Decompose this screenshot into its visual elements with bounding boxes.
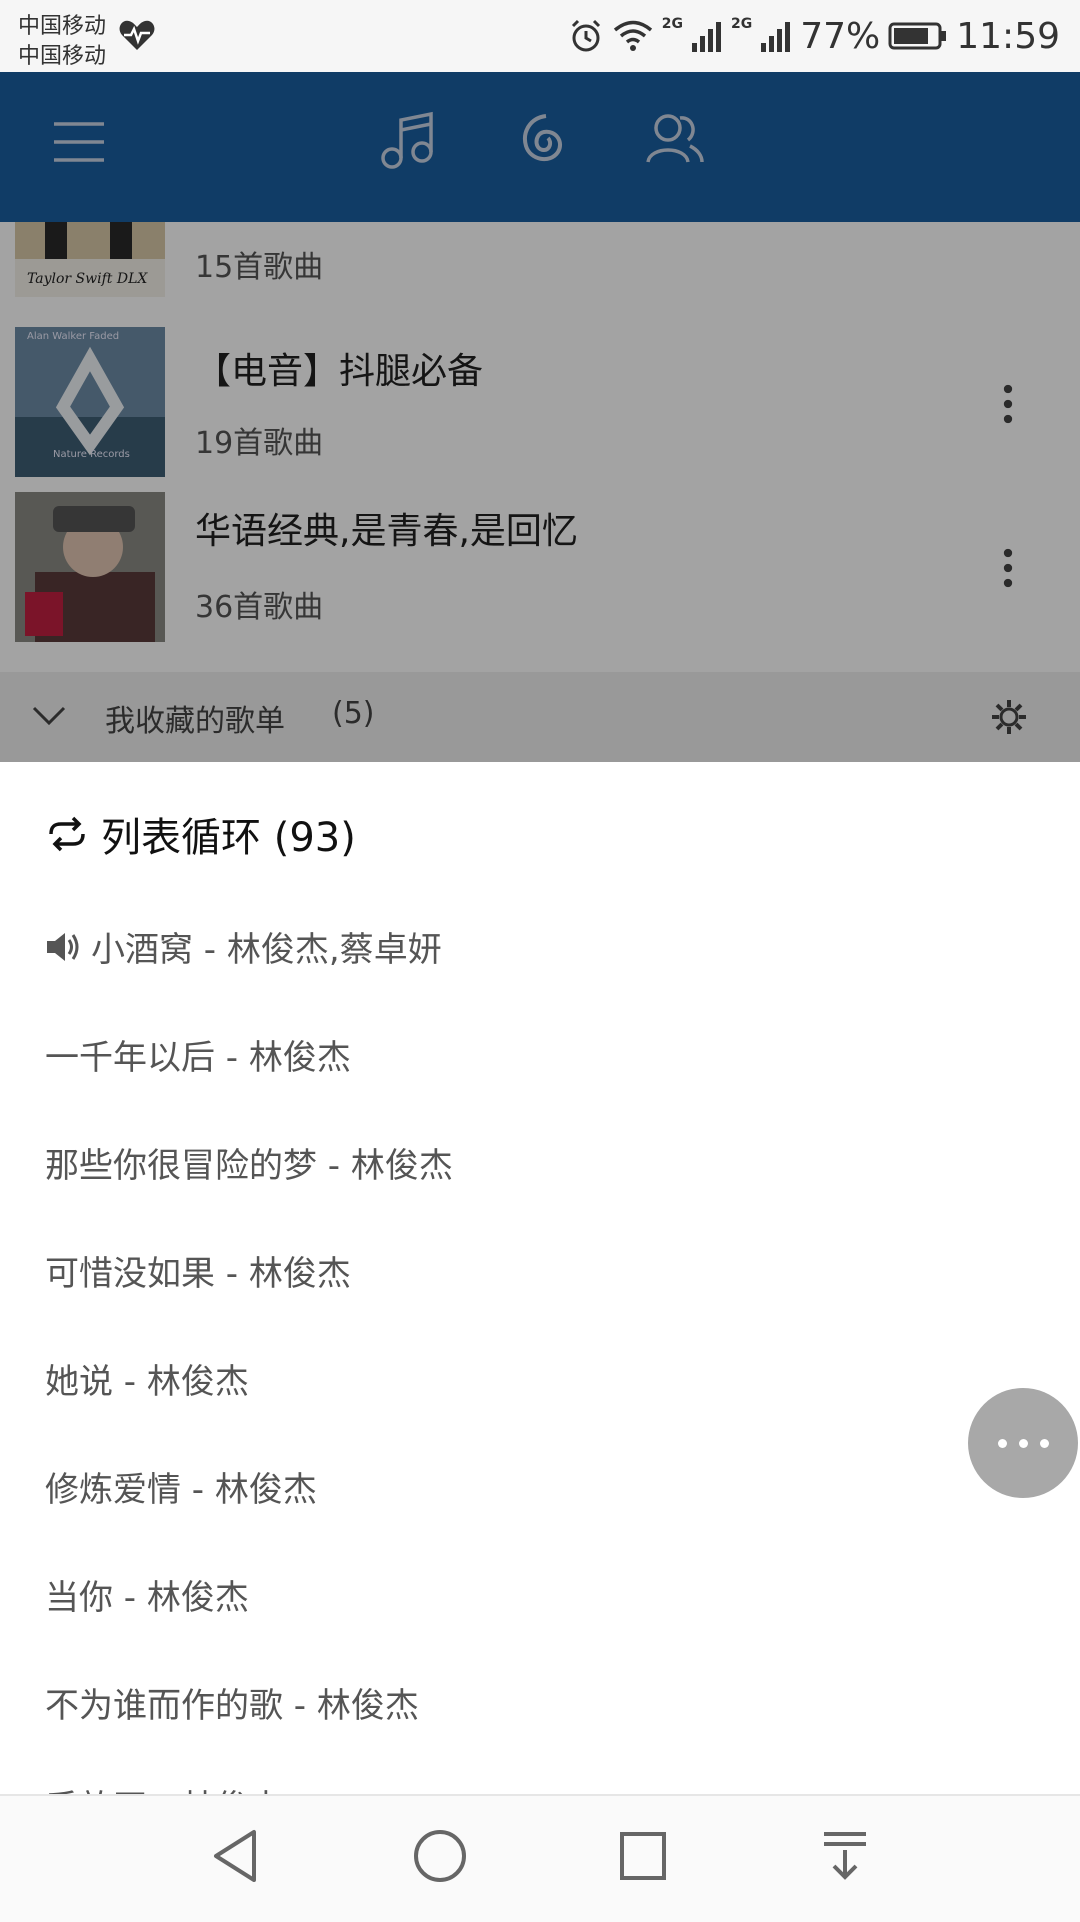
- play-queue-sheet: 列表循环 (93) 小酒窝 - 林俊杰,蔡卓妍 一千年以后 - 林俊杰 那些你很…: [0, 762, 1080, 1794]
- queue-item[interactable]: 手放开 - 林俊杰: [45, 1780, 283, 1794]
- home-icon[interactable]: [412, 1826, 468, 1886]
- notification-pull-icon[interactable]: [820, 1826, 870, 1886]
- recents-icon[interactable]: [618, 1826, 668, 1886]
- status-bar: 中国移动 中国移动 2G 2G 77% 11:59: [0, 0, 1080, 72]
- dim-overlay[interactable]: [0, 72, 1080, 762]
- queue-item[interactable]: 修炼爱情 - 林俊杰: [45, 1462, 317, 1511]
- speaker-icon: [47, 932, 79, 961]
- carrier-label-2: 中国移动: [18, 44, 107, 69]
- queue-item[interactable]: 可惜没如果 - 林俊杰: [45, 1246, 351, 1295]
- battery-icon: [888, 22, 947, 50]
- queue-item[interactable]: 那些你很冒险的梦 - 林俊杰: [45, 1138, 453, 1187]
- queue-item[interactable]: 不为谁而作的歌 - 林俊杰: [45, 1678, 419, 1727]
- carrier-label-1: 中国移动: [18, 14, 107, 39]
- signal-icon-2: [761, 22, 791, 52]
- dot: [997, 1438, 1007, 1448]
- queue-item[interactable]: 当你 - 林俊杰: [45, 1570, 249, 1619]
- queue-item[interactable]: 一千年以后 - 林俊杰: [45, 1030, 351, 1079]
- play-mode-label: 列表循环 (93): [101, 815, 356, 861]
- signal-icon-1: [692, 22, 721, 52]
- song-title: 小酒窝 - 林俊杰,蔡卓妍: [91, 930, 442, 970]
- dot: [1039, 1438, 1049, 1448]
- wifi-icon: [613, 20, 652, 51]
- system-nav-bar: [0, 1794, 1080, 1922]
- battery-percent: 77%: [800, 15, 881, 57]
- dot: [1018, 1438, 1028, 1448]
- alarm-icon: [571, 19, 600, 52]
- status-icons: 2G 2G 77% 11:59: [568, 10, 1060, 62]
- queue-item[interactable]: 她说 - 林俊杰: [45, 1354, 249, 1403]
- back-icon[interactable]: [210, 1826, 260, 1886]
- repeat-icon[interactable]: [45, 816, 89, 852]
- floating-more-button[interactable]: [968, 1388, 1078, 1498]
- play-mode-header[interactable]: 列表循环 (93): [45, 804, 356, 864]
- clock-time: 11:59: [956, 15, 1060, 57]
- queue-item-playing[interactable]: 小酒窝 - 林俊杰,蔡卓妍: [45, 922, 442, 971]
- health-heart-icon: [119, 20, 155, 50]
- network-type-2: 2G: [731, 16, 753, 32]
- network-type-1: 2G: [661, 16, 683, 32]
